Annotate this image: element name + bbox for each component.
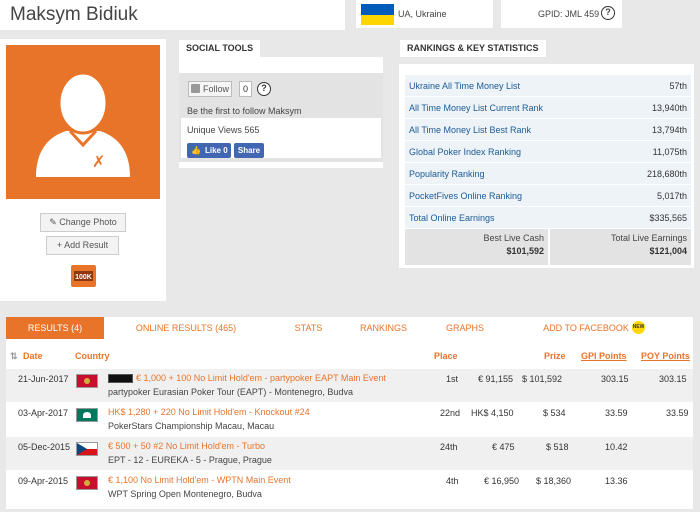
partypoker-logo-icon bbox=[108, 374, 133, 383]
tab-add-to-facebook[interactable]: ADD TO FACEBOOK bbox=[541, 317, 631, 339]
montenegro-flag-icon bbox=[76, 476, 98, 490]
rss-icon bbox=[191, 84, 200, 93]
facebook-share-button[interactable]: Share bbox=[234, 143, 264, 158]
social-tools-title: SOCIAL TOOLS bbox=[179, 40, 261, 57]
col-country[interactable]: Country bbox=[75, 351, 110, 361]
rankings-panel: Ukraine All Time Money List 57th All Time… bbox=[399, 64, 694, 268]
col-poy-points[interactable]: POY Points bbox=[641, 351, 690, 361]
change-photo-button[interactable]: ✎ Change Photo bbox=[40, 213, 126, 232]
col-date[interactable]: Date bbox=[23, 351, 43, 361]
results-table: ⇅ Date Country Place Prize GPI Points PO… bbox=[6, 339, 693, 509]
macau-flag-icon bbox=[76, 408, 98, 422]
gpid-label: GPID: JML 459 bbox=[538, 9, 600, 19]
help-icon[interactable]: ? bbox=[257, 82, 271, 96]
col-gpi-points[interactable]: GPI Points bbox=[581, 351, 627, 361]
follow-button[interactable]: Follow bbox=[188, 81, 232, 97]
svg-text:✗: ✗ bbox=[92, 152, 105, 171]
rankings-title: RANKINGS & KEY STATISTICS bbox=[400, 40, 546, 57]
ranking-row: Total Online Earnings $335,565 bbox=[405, 206, 691, 228]
event-link[interactable]: HK$ 1,280 + 220 No Limit Hold'em - Knock… bbox=[108, 407, 310, 417]
country-box: UA, Ukraine bbox=[356, 0, 493, 28]
ranking-row: All Time Money List Current Rank 13,940th bbox=[405, 96, 691, 118]
table-row: 05-Dec-2015 € 500 + 50 #2 No Limit Hold'… bbox=[6, 437, 693, 470]
table-row: 09-Apr-2015 € 1,100 No Limit Hold'em - W… bbox=[18, 475, 628, 499]
ranking-row: Global Poker Index Ranking 11,075th bbox=[405, 140, 691, 162]
follow-text: Be the first to follow Maksym bbox=[187, 106, 302, 116]
sort-icon[interactable]: ⇅ bbox=[10, 351, 18, 362]
tab-results[interactable]: RESULTS (4) bbox=[6, 317, 104, 339]
ranking-row: All Time Money List Best Rank 13,794th bbox=[405, 118, 691, 140]
best-live-cash: Best Live Cash $101,592 bbox=[405, 229, 548, 265]
ranking-row: PocketFives Online Ranking 5,017th bbox=[405, 184, 691, 206]
event-link[interactable]: € 1,000 + 100 No Limit Hold'em - partypo… bbox=[136, 373, 386, 383]
czech-flag-icon bbox=[76, 442, 98, 456]
tab-rankings[interactable]: RANKINGS bbox=[351, 317, 416, 339]
help-icon[interactable]: ? bbox=[601, 6, 615, 20]
avatar: ✗ bbox=[6, 45, 160, 199]
col-prize[interactable]: Prize bbox=[544, 351, 566, 361]
tab-online-results[interactable]: ONLINE RESULTS (465) bbox=[126, 317, 246, 339]
ranking-row: Popularity Ranking 218,680th bbox=[405, 162, 691, 184]
player-name: Maksym Bidiuk bbox=[10, 4, 138, 25]
100k-badge-icon: 100K bbox=[71, 265, 96, 289]
add-result-button[interactable]: + Add Result bbox=[46, 236, 119, 255]
total-live-earnings: Total Live Earnings $121,004 bbox=[550, 229, 691, 265]
tab-graphs[interactable]: GRAPHS bbox=[438, 317, 492, 339]
follow-count: 0 bbox=[239, 81, 252, 97]
new-badge: NEW bbox=[632, 321, 645, 334]
event-link[interactable]: € 500 + 50 #2 No Limit Hold'em - Turbo bbox=[108, 441, 265, 451]
profile-panel: ✗ ✎ Change Photo + Add Result 100K bbox=[0, 39, 166, 301]
photo-icon: ✎ bbox=[49, 217, 60, 227]
social-box: Follow 0 ? Be the first to follow Maksym… bbox=[179, 73, 383, 162]
profile-header: Maksym Bidiuk bbox=[0, 0, 345, 30]
results-tabs: RESULTS (4) ONLINE RESULTS (465) STATS R… bbox=[6, 317, 693, 339]
country-label: UA, Ukraine bbox=[398, 9, 447, 19]
montenegro-flag-icon bbox=[76, 374, 98, 388]
ranking-row: Ukraine All Time Money List 57th bbox=[405, 74, 691, 96]
table-row: 03-Apr-2017 HK$ 1,280 + 220 No Limit Hol… bbox=[18, 407, 689, 431]
user-silhouette-icon: ✗ bbox=[36, 71, 130, 177]
unique-views: Unique Views 565 bbox=[187, 125, 260, 135]
col-place[interactable]: Place bbox=[434, 351, 458, 361]
tab-stats[interactable]: STATS bbox=[281, 317, 336, 339]
thumbs-up-icon: 👍 bbox=[191, 146, 201, 155]
gpid-box: GPID: JML 459 ? bbox=[501, 0, 622, 28]
svg-text:100K: 100K bbox=[75, 274, 92, 281]
table-row: 21-Jun-2017 € 1,000 + 100 No Limit Hold'… bbox=[6, 369, 693, 402]
ukraine-flag-icon bbox=[361, 4, 394, 25]
event-link[interactable]: € 1,100 No Limit Hold'em - WPTN Main Eve… bbox=[108, 475, 291, 485]
facebook-like-button[interactable]: 👍 Like 0 bbox=[187, 143, 231, 158]
